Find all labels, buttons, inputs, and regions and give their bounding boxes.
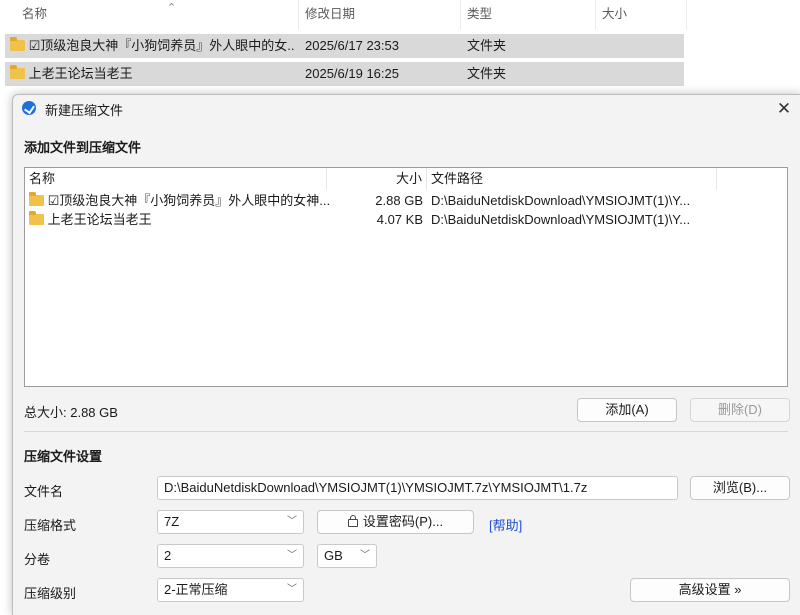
file-list-header: 名称 大小 文件路径	[25, 168, 787, 190]
column-name[interactable]: 名称 ⌃	[16, 0, 299, 30]
add-files-section-title: 添加文件到压缩文件	[24, 140, 142, 155]
explorer-row-type: 文件夹	[467, 38, 507, 53]
folder-icon	[10, 37, 25, 51]
column-type-label: 类型	[467, 7, 493, 21]
explorer-row[interactable]: ☑顶级泡良大神『小狗饲养员』外人眼中的女... 2025/6/17 23:53 …	[5, 34, 684, 58]
list-column-path[interactable]: 文件路径	[427, 168, 717, 190]
filename-label: 文件名	[24, 484, 64, 499]
folder-icon	[10, 65, 25, 79]
explorer-row-name: ☑顶级泡良大神『小狗饲养员』外人眼中的女...	[28, 38, 295, 53]
level-select[interactable]: 2-正常压缩 ﹀	[157, 578, 304, 602]
list-item[interactable]: ☑顶级泡良大神『小狗饲养员』外人眼中的女神... 2.88 GB D:\Baid…	[25, 191, 787, 210]
column-name-label: 名称	[22, 7, 48, 21]
chevron-down-icon: ﹀	[287, 584, 297, 595]
list-item-name: 上老王论坛当老王	[47, 212, 152, 227]
list-column-name[interactable]: 名称	[25, 168, 327, 190]
format-label: 压缩格式	[24, 518, 77, 533]
list-item[interactable]: 上老王论坛当老王 4.07 KB D:\BaiduNetdiskDownload…	[25, 210, 787, 229]
close-button[interactable]: ✕	[773, 98, 795, 120]
column-date[interactable]: 修改日期	[299, 0, 461, 30]
list-column-name-label: 名称	[29, 171, 56, 186]
set-password-label: 设置密码(P)...	[362, 514, 444, 529]
level-label: 压缩级别	[24, 586, 77, 601]
list-column-path-label: 文件路径	[431, 171, 484, 186]
app-logo-icon	[22, 101, 36, 115]
total-size-label: 总大小: 2.88 GB	[24, 405, 118, 420]
list-item-path: D:\BaiduNetdiskDownload\YMSIOJMT(1)\Y...	[431, 212, 691, 227]
list-item-name: ☑顶级泡良大神『小狗饲养员』外人眼中的女神...	[47, 193, 329, 208]
dialog-title: 新建压缩文件	[45, 103, 124, 118]
set-password-button[interactable]: 设置密码(P)...	[317, 510, 474, 534]
column-size-label: 大小	[602, 7, 628, 21]
format-select-value: 7Z	[164, 514, 180, 529]
section-divider	[24, 431, 788, 432]
help-link[interactable]: [帮助]	[489, 515, 522, 534]
chevron-down-icon: ﹀	[287, 550, 297, 561]
level-select-value: 2-正常压缩	[164, 582, 228, 597]
column-date-label: 修改日期	[305, 7, 356, 21]
lock-icon	[347, 515, 358, 527]
format-select[interactable]: 7Z ﹀	[157, 510, 304, 534]
browse-button[interactable]: 浏览(B)...	[690, 476, 790, 500]
explorer-row-date: 2025/6/17 23:53	[305, 38, 399, 53]
file-explorer: 名称 ⌃ 修改日期 类型 大小 ☑顶级泡良大神『小狗饲养员』外人眼中的女... …	[0, 0, 800, 100]
split-unit-value: GB	[324, 548, 343, 563]
column-size[interactable]: 大小	[596, 0, 687, 30]
list-column-size[interactable]: 大小	[327, 168, 427, 190]
sort-up-icon: ⌃	[167, 2, 177, 14]
add-button[interactable]: 添加(A)	[577, 398, 677, 422]
split-size-value: 2	[164, 548, 172, 563]
split-label: 分卷	[24, 552, 51, 567]
explorer-row-date: 2025/6/19 16:25	[305, 66, 399, 81]
list-item-path: D:\BaiduNetdiskDownload\YMSIOJMT(1)\Y...	[431, 193, 691, 208]
new-archive-dialog: 新建压缩文件 ✕ 添加文件到压缩文件 名称 大小 文件路径 ☑顶级泡良大神『小狗…	[12, 94, 800, 615]
split-size-select[interactable]: 2 ﹀	[157, 544, 304, 568]
chevron-down-icon: ﹀	[360, 550, 370, 561]
list-item-size: 2.88 GB	[375, 193, 423, 208]
filename-input[interactable]: D:\BaiduNetdiskDownload\YMSIOJMT(1)\YMSI…	[157, 476, 678, 500]
archive-settings-section-title: 压缩文件设置	[24, 449, 103, 464]
list-item-size: 4.07 KB	[376, 212, 423, 227]
folder-icon	[29, 211, 44, 225]
dialog-titlebar[interactable]: 新建压缩文件 ✕	[13, 95, 800, 123]
explorer-row-name: 上老王论坛当老王	[28, 66, 133, 81]
explorer-column-header: 名称 ⌃ 修改日期 类型 大小	[0, 0, 690, 30]
folder-icon	[29, 192, 44, 206]
list-column-size-label: 大小	[395, 171, 422, 186]
explorer-row-type: 文件夹	[467, 66, 507, 81]
file-list[interactable]: 名称 大小 文件路径 ☑顶级泡良大神『小狗饲养员』外人眼中的女神... 2.88…	[24, 167, 788, 387]
split-unit-select[interactable]: GB ﹀	[317, 544, 377, 568]
column-type[interactable]: 类型	[461, 0, 596, 30]
advanced-settings-button[interactable]: 高级设置 »	[630, 578, 790, 602]
explorer-row[interactable]: 上老王论坛当老王 2025/6/19 16:25 文件夹	[5, 62, 684, 86]
delete-button[interactable]: 删除(D)	[690, 398, 790, 422]
chevron-down-icon: ﹀	[287, 516, 297, 527]
